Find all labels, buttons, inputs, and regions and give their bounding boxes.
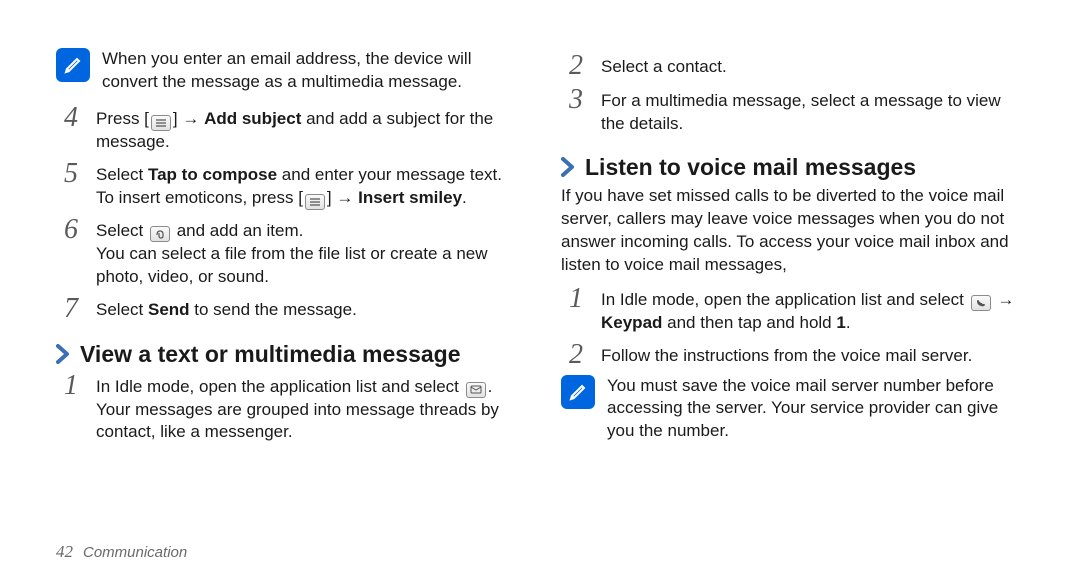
step-bold: 1	[836, 313, 845, 332]
step-body: In Idle mode, open the application list …	[96, 372, 519, 445]
step-text: To insert emoticons, press [	[96, 188, 303, 207]
section-heading-view-message: View a text or multimedia message	[56, 341, 519, 368]
left-column: When you enter an email address, the dev…	[56, 48, 519, 524]
section-heading-voicemail: Listen to voice mail messages	[561, 154, 1024, 181]
menu-icon	[151, 115, 171, 131]
step-6: 6 Select and add an item. You can select…	[56, 216, 519, 289]
step-text: .	[846, 313, 851, 332]
step-text: and add an item.	[172, 221, 303, 240]
step-body: Select and add an item. You can select a…	[96, 216, 519, 289]
step-7: 7 Select Send to send the message.	[56, 295, 519, 323]
step-bold: Add subject	[204, 109, 301, 128]
step-bold: Insert smiley	[358, 188, 462, 207]
step-number: 2	[561, 341, 591, 369]
step-text: In Idle mode, open the application list …	[96, 377, 464, 396]
step-body: For a multimedia message, select a messa…	[601, 86, 1024, 136]
message-icon	[466, 382, 486, 398]
step-body: Press [] → Add subject and add a subject…	[96, 104, 519, 154]
step-number: 1	[56, 372, 86, 445]
menu-icon	[305, 194, 325, 210]
info-callout: You must save the voice mail server numb…	[561, 375, 1024, 444]
step-text: Select	[96, 165, 148, 184]
heading-text: Listen to voice mail messages	[585, 154, 916, 181]
info-callout: When you enter an email address, the dev…	[56, 48, 519, 94]
step-body: Select Tap to compose and enter your mes…	[96, 160, 502, 210]
footer-title: Communication	[83, 544, 187, 561]
step-bold: Keypad	[601, 313, 662, 332]
page-footer: 42 Communication	[56, 524, 1024, 562]
step-text: .	[488, 377, 493, 396]
step-text: →	[993, 290, 1015, 309]
step-text: and then tap and hold	[662, 313, 836, 332]
page-number: 42	[56, 542, 73, 562]
section-intro: If you have set missed calls to be diver…	[561, 185, 1024, 277]
step-text: ] →	[327, 188, 358, 207]
step-number: 2	[561, 52, 591, 80]
step-3: 3 For a multimedia message, select a mes…	[561, 86, 1024, 136]
step-text: to send the message.	[190, 300, 357, 319]
step-number: 1	[561, 285, 591, 335]
callout-text: When you enter an email address, the dev…	[102, 48, 519, 94]
step-5: 5 Select Tap to compose and enter your m…	[56, 160, 519, 210]
step-text: You can select a file from the file list…	[96, 243, 519, 289]
step-body: Select Send to send the message.	[96, 295, 357, 323]
step-number: 5	[56, 160, 86, 210]
voicemail-step-1: 1 In Idle mode, open the application lis…	[561, 285, 1024, 335]
chevron-right-icon	[56, 344, 70, 364]
step-bold: Tap to compose	[148, 165, 277, 184]
step-number: 7	[56, 295, 86, 323]
paperclip-icon	[150, 226, 170, 242]
step-bold: Send	[148, 300, 190, 319]
note-icon	[561, 375, 595, 409]
phone-icon	[971, 295, 991, 311]
step-text: Your messages are grouped into message t…	[96, 399, 519, 445]
step-text: Select	[96, 300, 148, 319]
step-text: Select	[96, 221, 148, 240]
step-2: 2 Select a contact.	[561, 52, 1024, 80]
callout-text: You must save the voice mail server numb…	[607, 375, 1024, 444]
step-text: Press [	[96, 109, 149, 128]
step-body: In Idle mode, open the application list …	[601, 285, 1014, 335]
step-text: and enter your message text.	[277, 165, 502, 184]
step-number: 3	[561, 86, 591, 136]
heading-text: View a text or multimedia message	[80, 341, 461, 368]
right-column: 2 Select a contact. 3 For a multimedia m…	[561, 48, 1024, 524]
step-1: 1 In Idle mode, open the application lis…	[56, 372, 519, 445]
step-body: Follow the instructions from the voice m…	[601, 341, 972, 369]
step-4: 4 Press [] → Add subject and add a subje…	[56, 104, 519, 154]
step-number: 6	[56, 216, 86, 289]
step-text: .	[462, 188, 467, 207]
note-icon	[56, 48, 90, 82]
voicemail-step-2: 2 Follow the instructions from the voice…	[561, 341, 1024, 369]
step-body: Select a contact.	[601, 52, 727, 80]
step-text: In Idle mode, open the application list …	[601, 290, 969, 309]
chevron-right-icon	[561, 157, 575, 177]
step-number: 4	[56, 104, 86, 154]
step-text: ] →	[173, 109, 204, 128]
